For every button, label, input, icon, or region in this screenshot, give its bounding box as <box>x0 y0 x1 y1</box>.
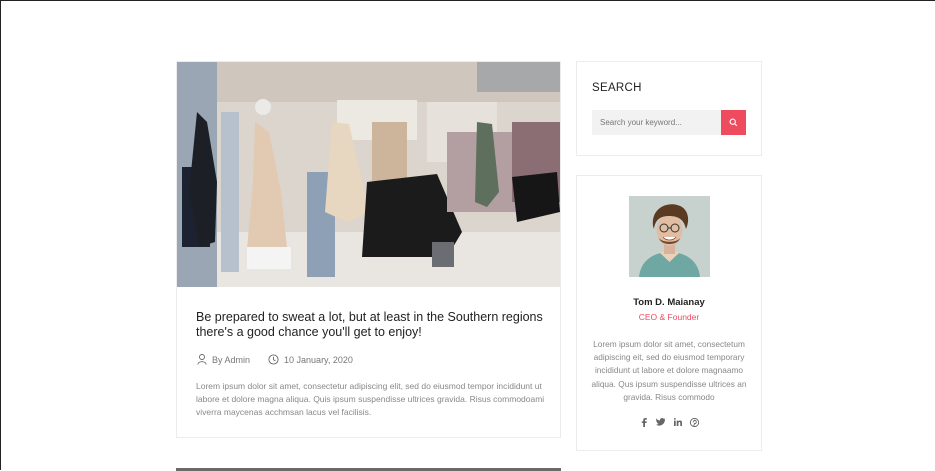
author-name: Tom D. Maianay <box>633 297 705 308</box>
author-bio: Lorem ipsum dolor sit amet, consectetum … <box>591 339 747 402</box>
avatar <box>629 196 710 277</box>
author-photo <box>629 196 710 277</box>
user-icon <box>197 354 207 365</box>
post-author-label: By Admin <box>212 354 251 365</box>
social-links <box>577 417 761 427</box>
search-icon <box>729 118 738 127</box>
post-date-label: 10 January, 2020 <box>284 354 353 365</box>
search-widget: SEARCH <box>576 61 762 156</box>
clock-icon <box>268 354 279 365</box>
post-date: 10 January, 2020 <box>268 354 353 365</box>
post-meta: By Admin 10 January, 2020 <box>197 354 371 365</box>
facebook-icon[interactable] <box>639 417 649 427</box>
author-role: CEO & Founder <box>638 312 700 322</box>
search-input[interactable] <box>592 110 721 135</box>
blog-post-card: Be prepared to sweat a lot, but at least… <box>176 61 561 438</box>
post-title[interactable]: Be prepared to sweat a lot, but at least… <box>196 310 546 340</box>
post-image[interactable] <box>177 62 560 287</box>
post-excerpt: Lorem ipsum dolor sit amet, consectetur … <box>196 381 545 417</box>
twitter-icon[interactable] <box>656 417 666 427</box>
pinterest-icon[interactable] <box>690 417 700 427</box>
linkedin-icon[interactable] <box>673 417 683 427</box>
search-button[interactable] <box>721 110 746 135</box>
post-author[interactable]: By Admin <box>197 354 250 365</box>
clothing-store-illustration <box>177 62 560 287</box>
author-widget: Tom D. Maianay CEO & Founder Lorem ipsum… <box>576 175 762 451</box>
search-widget-title: SEARCH <box>592 82 642 94</box>
